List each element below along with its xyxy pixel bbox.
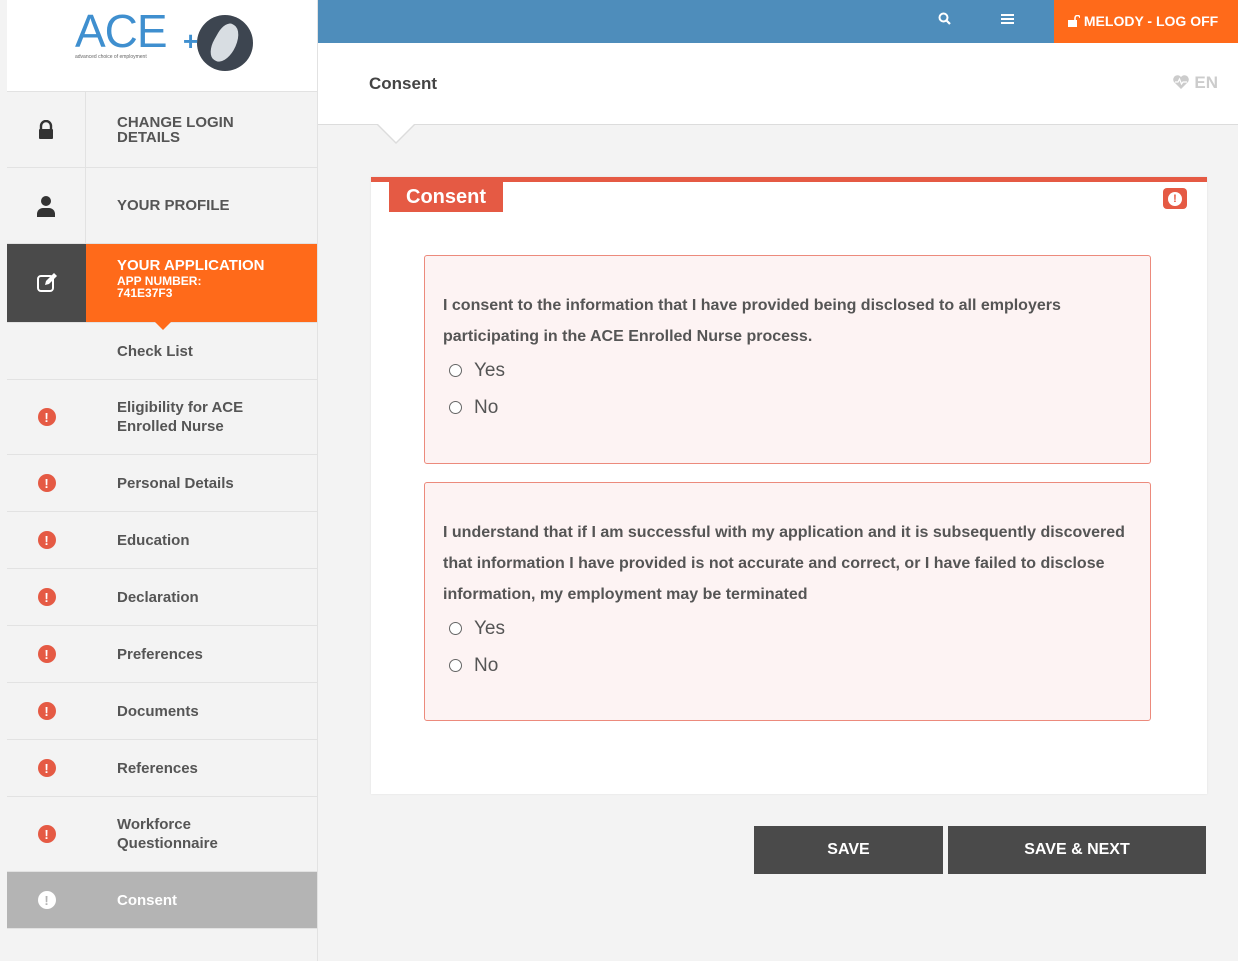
sidebar-item-declaration[interactable]: ! Declaration — [7, 569, 317, 626]
radio-button[interactable] — [449, 401, 462, 414]
globe-icon — [197, 15, 253, 71]
radio-label: Yes — [474, 617, 505, 639]
question-box: I understand that if I am successful wit… — [424, 482, 1151, 721]
sidebar-item-application[interactable]: YOUR APPLICATION APP NUMBER: 741E37F3 — [7, 244, 317, 330]
question-text: I understand that if I am successful wit… — [443, 524, 1125, 603]
sidebar-item-change-login[interactable]: CHANGE LOGIN DETAILS — [7, 92, 317, 168]
language-label: EN — [1194, 73, 1218, 92]
sidebar-item-label: Preferences — [117, 645, 203, 663]
sidebar-item-label: References — [117, 759, 198, 777]
sidebar-item-label: Declaration — [117, 588, 199, 606]
sidebar-item-preferences[interactable]: ! Preferences — [7, 626, 317, 683]
sidebar-item-label: Consent — [117, 891, 177, 909]
logo-text: ACE — [75, 5, 168, 57]
panel-title: Consent — [389, 182, 503, 212]
application-title: YOUR APPLICATION — [117, 257, 265, 274]
app-page: ACE advanced choice of employment + CHAN… — [0, 0, 1238, 961]
heartbeat-icon — [1172, 73, 1195, 92]
consent-panel: Consent ! I consent to the information t… — [371, 177, 1207, 794]
radio-label: No — [474, 396, 499, 418]
user-icon — [7, 168, 86, 243]
sidebar-item-label: Eligibility for ACE Enrolled Nurse — [117, 399, 244, 435]
sidebar-item-label: Check List — [117, 342, 193, 360]
warning-icon: ! — [37, 759, 56, 777]
warning-icon: ! — [37, 588, 56, 606]
sidebar-item-label: Personal Details — [117, 474, 234, 492]
language-selector[interactable]: EN — [1172, 73, 1218, 93]
sidebar-item-label: CHANGE LOGIN DETAILS — [117, 113, 234, 146]
sidebar-item-documents[interactable]: ! Documents — [7, 683, 317, 740]
sidebar-item-profile[interactable]: YOUR PROFILE — [7, 168, 317, 244]
page-header: Consent EN — [318, 43, 1238, 144]
warning-icon: ! — [37, 702, 56, 720]
radio-option-yes[interactable]: Yes — [443, 610, 1132, 647]
sidebar-item-education[interactable]: ! Education — [7, 512, 317, 569]
sidebar-item-references[interactable]: ! References — [7, 740, 317, 797]
question-box: I consent to the information that I have… — [424, 255, 1151, 464]
edit-icon — [7, 244, 86, 322]
app-number: 741E37F3 — [117, 286, 173, 300]
question-text: I consent to the information that I have… — [443, 297, 1061, 345]
warning-icon: ! — [37, 891, 56, 909]
sidebar-item-check-list[interactable]: Check List — [7, 323, 317, 380]
radio-button[interactable] — [449, 364, 462, 377]
logo-tagline: advanced choice of employment — [75, 54, 147, 60]
warning-icon: ! — [37, 408, 56, 426]
warning-icon: ! — [37, 531, 56, 549]
logoff-button[interactable]: MELODY - LOG OFF — [1054, 0, 1238, 43]
sidebar-item-personal-details[interactable]: ! Personal Details — [7, 455, 317, 512]
save-button[interactable]: SAVE — [754, 826, 943, 874]
warning-icon: ! — [1163, 188, 1187, 209]
menu-icon[interactable] — [1001, 10, 1014, 30]
lock-icon — [7, 92, 86, 167]
sidebar-item-label: Workforce Questionnaire — [117, 816, 218, 852]
sidebar-item-label: Documents — [117, 702, 199, 720]
header-notch — [376, 123, 416, 144]
warning-icon: ! — [37, 645, 56, 663]
ace-logo[interactable]: ACE advanced choice of employment + — [7, 0, 317, 92]
sidebar-item-consent[interactable]: ! Consent — [7, 872, 317, 929]
plus-icon: + — [183, 26, 199, 56]
sidebar-item-label: Education — [117, 531, 190, 549]
caret-down-icon — [155, 322, 171, 330]
warning-icon: ! — [37, 825, 56, 843]
search-icon[interactable] — [938, 12, 951, 29]
radio-label: No — [474, 654, 499, 676]
radio-button[interactable] — [449, 622, 462, 635]
radio-option-no[interactable]: No — [443, 389, 1132, 426]
radio-button[interactable] — [449, 659, 462, 672]
logoff-label: MELODY - LOG OFF — [1083, 13, 1219, 29]
sidebar-item-workforce-questionnaire[interactable]: ! Workforce Questionnaire — [7, 797, 317, 872]
sidebar-item-label: YOUR PROFILE — [117, 197, 230, 214]
sidebar-item-eligibility[interactable]: ! Eligibility for ACE Enrolled Nurse — [7, 380, 317, 455]
warning-icon: ! — [37, 474, 56, 492]
unlock-icon — [1068, 13, 1084, 29]
radio-option-no[interactable]: No — [443, 647, 1132, 684]
top-bar: MELODY - LOG OFF — [318, 0, 1238, 43]
radio-option-yes[interactable]: Yes — [443, 352, 1132, 389]
save-next-button[interactable]: SAVE & NEXT — [948, 826, 1206, 874]
page-title: Consent — [369, 74, 437, 93]
sidebar: ACE advanced choice of employment + CHAN… — [7, 0, 318, 961]
radio-label: Yes — [474, 359, 505, 381]
